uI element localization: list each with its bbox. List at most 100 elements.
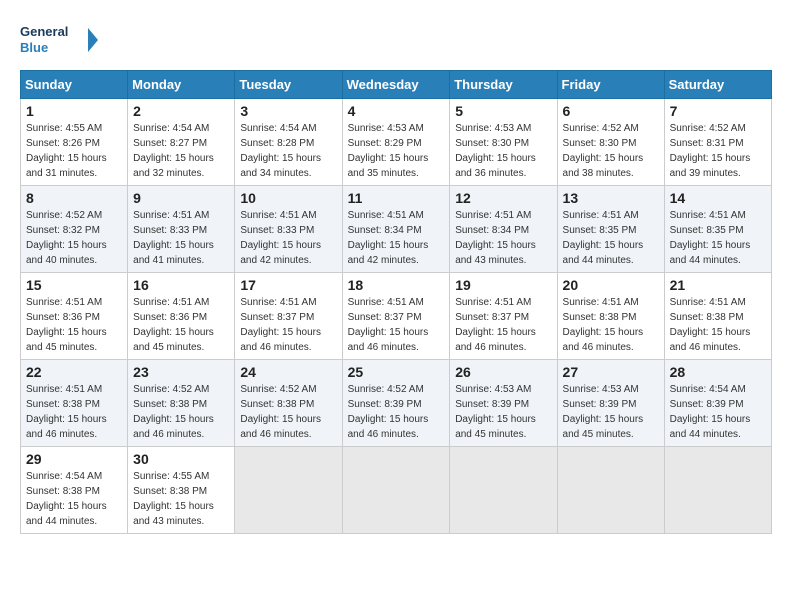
- page-header: General Blue: [20, 20, 772, 60]
- day-number: 23: [133, 364, 229, 380]
- day-number: 29: [26, 451, 122, 467]
- day-info: Sunrise: 4:51 AMSunset: 8:36 PMDaylight:…: [26, 297, 107, 353]
- day-number: 12: [455, 190, 551, 206]
- day-cell: 9 Sunrise: 4:51 AMSunset: 8:33 PMDayligh…: [128, 186, 235, 273]
- day-number: 7: [670, 103, 766, 119]
- day-number: 1: [26, 103, 122, 119]
- day-info: Sunrise: 4:51 AMSunset: 8:35 PMDaylight:…: [670, 210, 751, 266]
- day-info: Sunrise: 4:51 AMSunset: 8:38 PMDaylight:…: [26, 384, 107, 440]
- day-cell: 11 Sunrise: 4:51 AMSunset: 8:34 PMDaylig…: [342, 186, 450, 273]
- day-info: Sunrise: 4:52 AMSunset: 8:32 PMDaylight:…: [26, 210, 107, 266]
- day-number: 16: [133, 277, 229, 293]
- header-friday: Friday: [557, 71, 664, 99]
- day-number: 3: [240, 103, 336, 119]
- day-cell: 18 Sunrise: 4:51 AMSunset: 8:37 PMDaylig…: [342, 273, 450, 360]
- empty-cell: [450, 447, 557, 534]
- day-info: Sunrise: 4:54 AMSunset: 8:38 PMDaylight:…: [26, 471, 107, 527]
- header-tuesday: Tuesday: [235, 71, 342, 99]
- logo: General Blue: [20, 20, 100, 60]
- day-number: 20: [563, 277, 659, 293]
- day-info: Sunrise: 4:53 AMSunset: 8:39 PMDaylight:…: [563, 384, 644, 440]
- day-number: 25: [348, 364, 445, 380]
- day-number: 8: [26, 190, 122, 206]
- header-sunday: Sunday: [21, 71, 128, 99]
- calendar: Sunday Monday Tuesday Wednesday Thursday…: [20, 70, 772, 534]
- day-info: Sunrise: 4:53 AMSunset: 8:30 PMDaylight:…: [455, 123, 536, 179]
- day-cell: 2 Sunrise: 4:54 AMSunset: 8:27 PMDayligh…: [128, 99, 235, 186]
- day-cell: 21 Sunrise: 4:51 AMSunset: 8:38 PMDaylig…: [664, 273, 771, 360]
- day-cell: 17 Sunrise: 4:51 AMSunset: 8:37 PMDaylig…: [235, 273, 342, 360]
- day-cell: 29 Sunrise: 4:54 AMSunset: 8:38 PMDaylig…: [21, 447, 128, 534]
- day-cell: 28 Sunrise: 4:54 AMSunset: 8:39 PMDaylig…: [664, 360, 771, 447]
- day-number: 4: [348, 103, 445, 119]
- day-cell: 22 Sunrise: 4:51 AMSunset: 8:38 PMDaylig…: [21, 360, 128, 447]
- day-info: Sunrise: 4:53 AMSunset: 8:29 PMDaylight:…: [348, 123, 429, 179]
- day-number: 5: [455, 103, 551, 119]
- day-cell: 14 Sunrise: 4:51 AMSunset: 8:35 PMDaylig…: [664, 186, 771, 273]
- svg-text:General: General: [20, 24, 68, 39]
- day-number: 15: [26, 277, 122, 293]
- day-info: Sunrise: 4:52 AMSunset: 8:30 PMDaylight:…: [563, 123, 644, 179]
- day-info: Sunrise: 4:51 AMSunset: 8:37 PMDaylight:…: [455, 297, 536, 353]
- day-info: Sunrise: 4:51 AMSunset: 8:38 PMDaylight:…: [670, 297, 751, 353]
- empty-cell: [664, 447, 771, 534]
- day-info: Sunrise: 4:51 AMSunset: 8:35 PMDaylight:…: [563, 210, 644, 266]
- day-cell: 20 Sunrise: 4:51 AMSunset: 8:38 PMDaylig…: [557, 273, 664, 360]
- logo-svg: General Blue: [20, 20, 100, 60]
- day-number: 26: [455, 364, 551, 380]
- day-number: 13: [563, 190, 659, 206]
- header-monday: Monday: [128, 71, 235, 99]
- day-cell: 3 Sunrise: 4:54 AMSunset: 8:28 PMDayligh…: [235, 99, 342, 186]
- day-cell: 23 Sunrise: 4:52 AMSunset: 8:38 PMDaylig…: [128, 360, 235, 447]
- day-cell: 30 Sunrise: 4:55 AMSunset: 8:38 PMDaylig…: [128, 447, 235, 534]
- day-cell: 27 Sunrise: 4:53 AMSunset: 8:39 PMDaylig…: [557, 360, 664, 447]
- header-wednesday: Wednesday: [342, 71, 450, 99]
- empty-cell: [342, 447, 450, 534]
- day-cell: 6 Sunrise: 4:52 AMSunset: 8:30 PMDayligh…: [557, 99, 664, 186]
- day-info: Sunrise: 4:51 AMSunset: 8:37 PMDaylight:…: [348, 297, 429, 353]
- empty-cell: [235, 447, 342, 534]
- day-number: 22: [26, 364, 122, 380]
- day-cell: 26 Sunrise: 4:53 AMSunset: 8:39 PMDaylig…: [450, 360, 557, 447]
- day-number: 30: [133, 451, 229, 467]
- day-cell: 4 Sunrise: 4:53 AMSunset: 8:29 PMDayligh…: [342, 99, 450, 186]
- day-info: Sunrise: 4:54 AMSunset: 8:27 PMDaylight:…: [133, 123, 214, 179]
- day-number: 10: [240, 190, 336, 206]
- header-thursday: Thursday: [450, 71, 557, 99]
- day-cell: 12 Sunrise: 4:51 AMSunset: 8:34 PMDaylig…: [450, 186, 557, 273]
- day-number: 27: [563, 364, 659, 380]
- empty-cell: [557, 447, 664, 534]
- day-cell: 1 Sunrise: 4:55 AMSunset: 8:26 PMDayligh…: [21, 99, 128, 186]
- day-info: Sunrise: 4:51 AMSunset: 8:38 PMDaylight:…: [563, 297, 644, 353]
- day-info: Sunrise: 4:51 AMSunset: 8:37 PMDaylight:…: [240, 297, 321, 353]
- day-info: Sunrise: 4:52 AMSunset: 8:31 PMDaylight:…: [670, 123, 751, 179]
- day-cell: 10 Sunrise: 4:51 AMSunset: 8:33 PMDaylig…: [235, 186, 342, 273]
- day-info: Sunrise: 4:51 AMSunset: 8:33 PMDaylight:…: [240, 210, 321, 266]
- day-info: Sunrise: 4:55 AMSunset: 8:38 PMDaylight:…: [133, 471, 214, 527]
- day-number: 6: [563, 103, 659, 119]
- day-number: 19: [455, 277, 551, 293]
- header-saturday: Saturday: [664, 71, 771, 99]
- calendar-body: 1 Sunrise: 4:55 AMSunset: 8:26 PMDayligh…: [21, 99, 772, 534]
- day-info: Sunrise: 4:51 AMSunset: 8:33 PMDaylight:…: [133, 210, 214, 266]
- day-number: 28: [670, 364, 766, 380]
- day-cell: 24 Sunrise: 4:52 AMSunset: 8:38 PMDaylig…: [235, 360, 342, 447]
- day-cell: 7 Sunrise: 4:52 AMSunset: 8:31 PMDayligh…: [664, 99, 771, 186]
- day-number: 21: [670, 277, 766, 293]
- day-number: 24: [240, 364, 336, 380]
- day-info: Sunrise: 4:55 AMSunset: 8:26 PMDaylight:…: [26, 123, 107, 179]
- day-info: Sunrise: 4:54 AMSunset: 8:39 PMDaylight:…: [670, 384, 751, 440]
- day-info: Sunrise: 4:53 AMSunset: 8:39 PMDaylight:…: [455, 384, 536, 440]
- day-info: Sunrise: 4:51 AMSunset: 8:34 PMDaylight:…: [348, 210, 429, 266]
- day-info: Sunrise: 4:51 AMSunset: 8:34 PMDaylight:…: [455, 210, 536, 266]
- day-cell: 15 Sunrise: 4:51 AMSunset: 8:36 PMDaylig…: [21, 273, 128, 360]
- day-info: Sunrise: 4:52 AMSunset: 8:39 PMDaylight:…: [348, 384, 429, 440]
- day-number: 9: [133, 190, 229, 206]
- day-info: Sunrise: 4:51 AMSunset: 8:36 PMDaylight:…: [133, 297, 214, 353]
- day-cell: 13 Sunrise: 4:51 AMSunset: 8:35 PMDaylig…: [557, 186, 664, 273]
- day-info: Sunrise: 4:54 AMSunset: 8:28 PMDaylight:…: [240, 123, 321, 179]
- weekday-header-row: Sunday Monday Tuesday Wednesday Thursday…: [21, 71, 772, 99]
- day-number: 11: [348, 190, 445, 206]
- day-info: Sunrise: 4:52 AMSunset: 8:38 PMDaylight:…: [133, 384, 214, 440]
- day-number: 18: [348, 277, 445, 293]
